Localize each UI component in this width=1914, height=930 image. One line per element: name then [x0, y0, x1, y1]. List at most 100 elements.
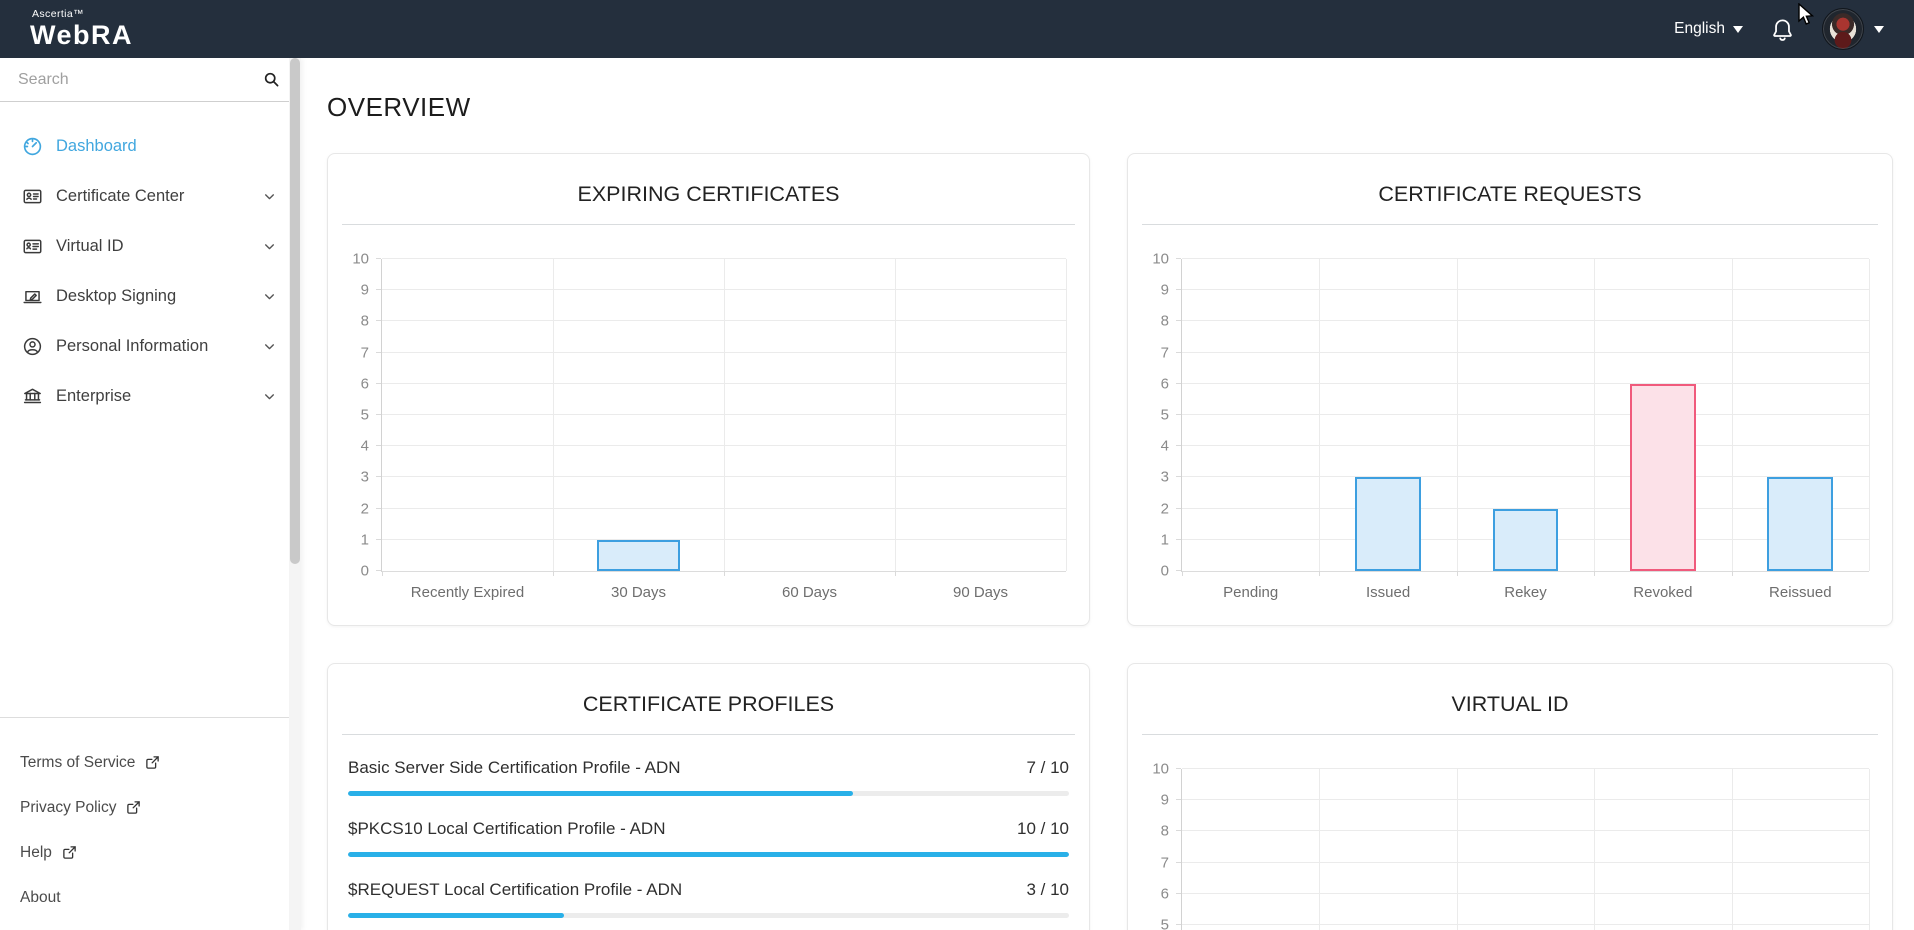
y-axis-tick [376, 539, 381, 540]
search-input[interactable] [0, 71, 263, 89]
x-axis-tick [895, 571, 896, 576]
sidebar-item-label: Certificate Center [56, 187, 184, 206]
x-axis-category-label: Recently Expired [411, 584, 524, 601]
certificate-card-icon [22, 186, 43, 207]
profile-head: $PKCS10 Local Certification Profile - AD… [348, 818, 1069, 840]
y-axis-tick [376, 258, 381, 259]
y-axis-tick [1176, 383, 1181, 384]
y-axis-tick-label: 5 [361, 408, 369, 423]
gridline [1182, 258, 1869, 259]
link-about[interactable]: About [0, 875, 300, 920]
sidebar-item-virtual-id[interactable]: Virtual ID [0, 221, 300, 271]
progress-track [348, 791, 1069, 796]
y-axis-tick [376, 289, 381, 290]
sidebar-menu: Dashboard Certificate Center [0, 102, 300, 421]
page-title: OVERVIEW [327, 92, 471, 123]
gridline [1869, 769, 1870, 930]
gridline [1182, 830, 1869, 831]
y-axis-tick [1176, 539, 1181, 540]
y-axis-tick-label: 10 [352, 252, 369, 267]
gauge-icon [22, 136, 43, 157]
y-axis-tick-label: 5 [1161, 408, 1169, 423]
sidebar-item-label: Virtual ID [56, 237, 124, 256]
chevron-down-icon [263, 340, 276, 353]
link-privacy-policy[interactable]: Privacy Policy [0, 785, 300, 830]
link-label: About [20, 889, 61, 907]
gridline [1182, 383, 1869, 384]
gridline [1457, 769, 1458, 930]
x-axis-tick [1732, 571, 1733, 576]
search-icon[interactable] [263, 71, 280, 88]
y-axis-tick-label: 9 [1161, 793, 1169, 808]
y-axis-tick-label: 5 [1161, 918, 1169, 930]
language-selector[interactable]: English [1674, 20, 1743, 38]
y-axis-tick-label: 10 [1152, 762, 1169, 777]
chevron-down-icon [263, 390, 276, 403]
card-title: CERTIFICATE REQUESTS [1128, 180, 1892, 208]
sidebar-scrollbar[interactable] [289, 58, 301, 930]
sidebar-item-enterprise[interactable]: Enterprise [0, 371, 300, 421]
y-axis-tick-label: 3 [1161, 470, 1169, 485]
top-navbar: Ascertia™ WebRA English [0, 0, 1914, 58]
x-axis-tick [1457, 571, 1458, 576]
gridline [1594, 259, 1595, 571]
y-axis-tick-label: 7 [1161, 855, 1169, 870]
y-axis-tick-label: 1 [361, 532, 369, 547]
scrollbar-thumb[interactable] [290, 58, 300, 564]
user-menu[interactable] [1822, 8, 1884, 50]
profile-label: Basic Server Side Certification Profile … [348, 757, 681, 779]
profile-head: $REQUEST Local Certification Profile - A… [348, 879, 1069, 901]
language-label: English [1674, 20, 1725, 38]
y-axis-tick-label: 8 [1161, 824, 1169, 839]
brand-logo[interactable]: Ascertia™ WebRA [30, 9, 133, 49]
gridline [1732, 769, 1733, 930]
profile-row: Basic Server Side Certification Profile … [348, 757, 1069, 796]
sidebar-item-label: Desktop Signing [56, 287, 176, 306]
y-axis-tick [376, 414, 381, 415]
x-axis-category-label: 60 Days [782, 584, 837, 601]
sidebar-item-certificate-center[interactable]: Certificate Center [0, 171, 300, 221]
progress-fill [348, 791, 853, 796]
sidebar-item-dashboard[interactable]: Dashboard [0, 121, 300, 171]
gridline [1182, 893, 1869, 894]
profile-row: $REQUEST Local Certification Profile - A… [348, 879, 1069, 918]
y-axis-tick-label: 4 [361, 439, 369, 454]
y-axis-tick [376, 352, 381, 353]
y-axis-tick [1176, 445, 1181, 446]
avatar[interactable] [1822, 8, 1864, 50]
x-axis-tick [1182, 571, 1183, 576]
y-axis-tick-label: 9 [361, 283, 369, 298]
brand-company: Ascertia™ [32, 9, 133, 20]
link-help[interactable]: Help [0, 830, 300, 875]
y-axis-tick-label: 2 [1161, 501, 1169, 516]
sidebar-item-personal-information[interactable]: Personal Information [0, 321, 300, 371]
profile-menu-caret-icon [1874, 26, 1884, 33]
link-terms-of-service[interactable]: Terms of Service [0, 740, 300, 785]
x-axis-tick [382, 571, 383, 576]
profile-count: 3 / 10 [1026, 879, 1069, 901]
sidebar-item-label: Enterprise [56, 387, 131, 406]
gridline [1182, 320, 1869, 321]
notifications-bell-icon[interactable] [1770, 16, 1795, 43]
y-axis-tick-label: 8 [1161, 314, 1169, 329]
brand-product: WebRA [30, 22, 133, 49]
chevron-down-icon [263, 240, 276, 253]
y-axis-tick [376, 320, 381, 321]
progress-track [348, 852, 1069, 857]
chart-bar [1767, 477, 1833, 571]
certificate-profiles-list: Basic Server Side Certification Profile … [328, 757, 1089, 918]
certificate-requests-chart: 012345678910PendingIssuedRekeyRevokedRei… [1181, 259, 1869, 572]
chevron-down-icon [1733, 26, 1743, 33]
y-axis-tick [376, 476, 381, 477]
card-divider [342, 224, 1075, 225]
y-axis-tick-label: 3 [361, 470, 369, 485]
gridline [895, 259, 896, 571]
gridline [1594, 769, 1595, 930]
navbar-right: English [1674, 8, 1884, 50]
y-axis-tick [1176, 924, 1181, 925]
gridline [1732, 259, 1733, 571]
y-axis-tick [1176, 320, 1181, 321]
y-axis-tick [1176, 289, 1181, 290]
x-axis-category-label: Reissued [1769, 584, 1832, 601]
sidebar-item-desktop-signing[interactable]: Desktop Signing [0, 271, 300, 321]
